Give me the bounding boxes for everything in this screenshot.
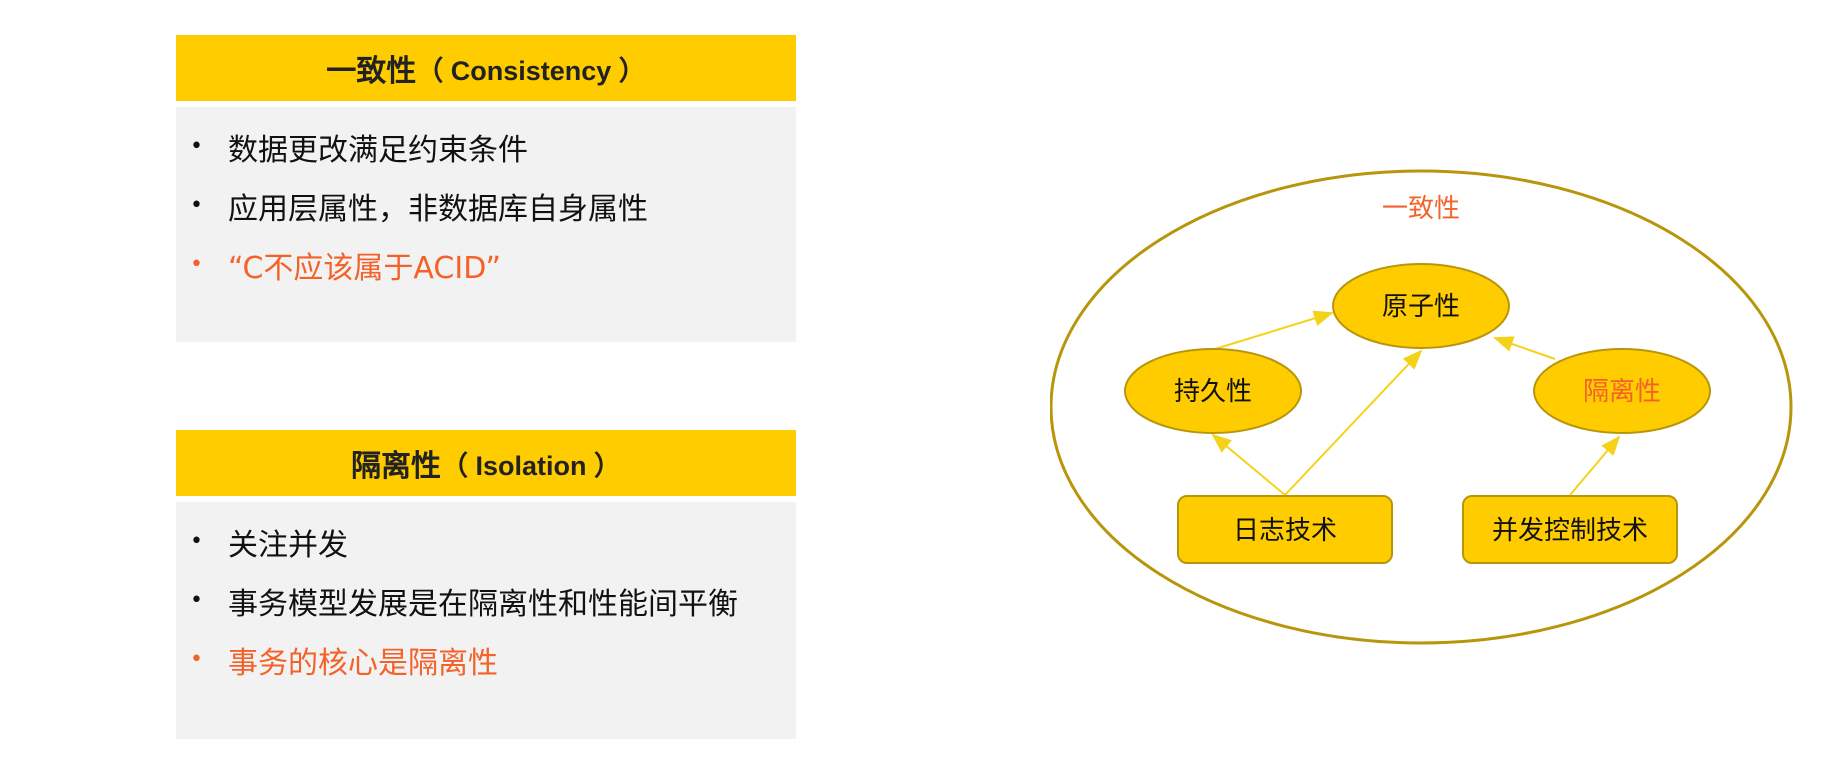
arrow-concurrency-to-isolation [1569,435,1621,496]
consistency-card-body: • 数据更改满足约束条件 • 应用层属性，非数据库自身属性 • “C不应该属于A… [176,107,796,342]
isolation-card-body: • 关注并发 • 事务模型发展是在隔离性和性能间平衡 • 事务的核心是隔离性 [176,502,796,739]
consistency-bullet-highlight: • “C不应该属于ACID” [176,235,796,294]
bullet-dot: • [190,193,203,218]
bullet-dot: • [190,647,203,672]
isolation-node: 隔离性 [1533,348,1711,434]
isolation-bullet: • 事务模型发展是在隔离性和性能间平衡 [176,571,796,630]
logging-label: 日志技术 [1233,516,1337,546]
isolation-title: 隔离性 [350,449,441,484]
bullet-text: 应用层属性，非数据库自身属性 [228,191,648,227]
isolation-bullet: • 关注并发 [176,512,796,571]
bullet-dot: • [190,588,203,613]
atomicity-node: 原子性 [1332,263,1510,349]
arrow-isolation-to-atomicity [1493,336,1556,360]
durability-node: 持久性 [1124,348,1302,434]
bullet-dot: • [190,134,203,159]
arrow-logging-to-atomicity [1284,349,1423,496]
bullet-dot: • [190,529,203,554]
consistency-title-en: （ Consistency ） [416,55,646,86]
consistency-bullet: • 应用层属性，非数据库自身属性 [176,176,796,235]
acid-relationship-diagram: 一致性 原子性 持久性 隔离性 日志技术 并发控制技术 [1050,169,1793,645]
durability-label: 持久性 [1174,377,1252,407]
arrow-durability-to-atomicity [1214,310,1334,350]
concurrency-control-node: 并发控制技术 [1462,495,1678,564]
concurrency-control-label: 并发控制技术 [1492,516,1648,546]
consistency-card-header: 一致性 （ Consistency ） [176,35,796,101]
bullet-text: 事务的核心是隔离性 [228,645,498,681]
consistency-title: 一致性 [326,54,417,89]
logging-node: 日志技术 [1177,495,1393,564]
isolation-label: 隔离性 [1583,377,1661,407]
bullet-text: 事务模型发展是在隔离性和性能间平衡 [228,586,738,622]
consistency-bullet: • 数据更改满足约束条件 [176,117,796,176]
outer-consistency-label: 一致性 [1382,194,1460,224]
atomicity-label: 原子性 [1382,292,1460,322]
isolation-title-en: （ Isolation ） [440,450,621,481]
bullet-text: 数据更改满足约束条件 [228,132,528,168]
consistency-card: 一致性 （ Consistency ） • 数据更改满足约束条件 • 应用层属性… [176,35,796,342]
bullet-dot: • [190,252,203,277]
bullet-text: “C不应该属于ACID” [228,250,502,286]
isolation-card-header: 隔离性 （ Isolation ） [176,430,796,496]
isolation-card: 隔离性 （ Isolation ） • 关注并发 • 事务模型发展是在隔离性和性… [176,430,796,739]
isolation-bullet-highlight: • 事务的核心是隔离性 [176,630,796,689]
arrow-logging-to-durability [1211,433,1286,496]
bullet-text: 关注并发 [228,527,348,563]
